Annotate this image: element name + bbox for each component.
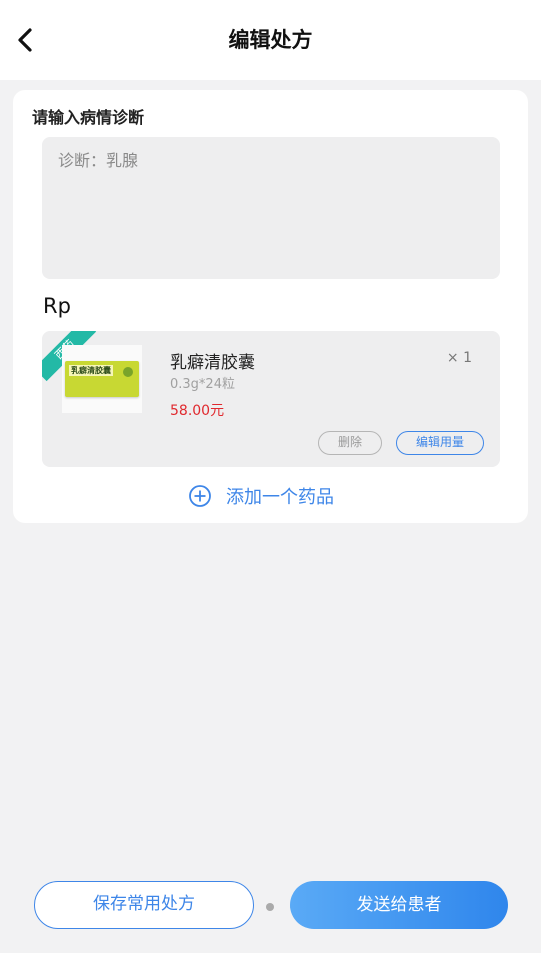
page-title: 编辑处方 — [228, 28, 313, 52]
top-bar: 编辑处方 — [0, 0, 541, 80]
rp-label: Rp — [43, 294, 71, 318]
delete-drug-button[interactable]: 删除 — [318, 431, 382, 455]
drug-package-mark — [123, 367, 133, 377]
diagnosis-input[interactable]: 诊断：乳腺 — [42, 137, 500, 279]
edit-dosage-button[interactable]: 编辑用量 — [396, 431, 484, 455]
save-template-button[interactable]: 保存常用处方 — [34, 881, 254, 929]
drug-price: 58.00元 — [170, 403, 225, 419]
page-dot — [266, 903, 274, 911]
drug-item: 西药 乳癖清胶囊 乳癖清胶囊 0.3g*24粒 58.00元 × 1 删除 编辑… — [42, 331, 500, 467]
drug-quantity: × 1 — [446, 350, 472, 366]
drug-name: 乳癖清胶囊 — [170, 353, 255, 373]
diagnosis-label: 请输入病情诊断 — [32, 108, 145, 127]
plus-circle-icon — [189, 485, 211, 507]
drug-image: 乳癖清胶囊 — [62, 345, 142, 413]
send-to-patient-button[interactable]: 发送给患者 — [290, 881, 508, 929]
drug-spec: 0.3g*24粒 — [170, 377, 235, 392]
drug-package-graphic: 乳癖清胶囊 — [65, 361, 139, 397]
add-drug-label: 添加一个药品 — [226, 487, 334, 508]
drug-package-label: 乳癖清胶囊 — [69, 365, 113, 376]
add-drug-button[interactable]: 添加一个药品 — [188, 483, 334, 509]
